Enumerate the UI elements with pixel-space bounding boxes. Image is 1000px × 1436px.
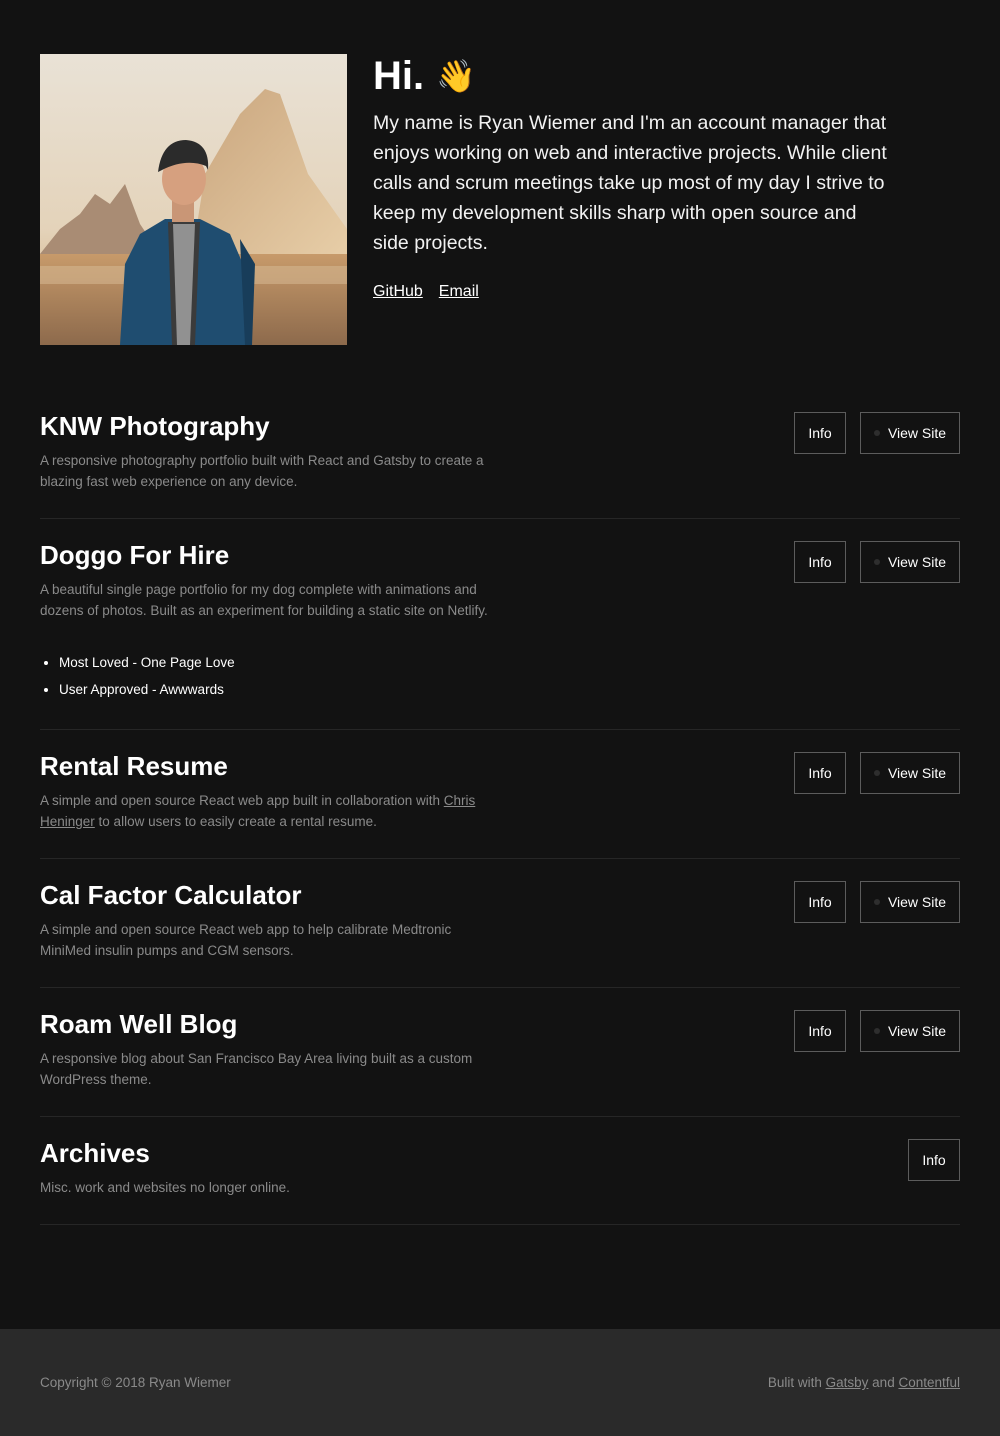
dot-icon — [873, 770, 880, 776]
project-title: Archives — [40, 1138, 150, 1168]
dot-icon — [873, 559, 880, 565]
project-description: A responsive blog about San Francisco Ba… — [40, 1051, 473, 1087]
waving-hand-icon: 👋 — [436, 58, 476, 94]
site-footer: Copyright © 2018 Ryan Wiemer Bulit with … — [0, 1329, 1000, 1436]
award-item: Most Loved - One Page Love — [59, 649, 960, 676]
info-button[interactable]: Info — [794, 541, 846, 583]
view-site-label: View Site — [887, 1023, 947, 1039]
hero-section: Hi. 👋 My name is Ryan Wiemer and I'm an … — [40, 54, 960, 345]
contentful-link[interactable]: Contentful — [898, 1375, 960, 1390]
github-link[interactable]: GitHub — [373, 283, 423, 301]
info-button[interactable]: Info — [794, 412, 846, 454]
project-item: Doggo For Hire A beautiful single page p… — [40, 519, 960, 730]
view-site-button[interactable]: View Site — [860, 1010, 960, 1052]
copyright-text: Copyright © 2018 Ryan Wiemer — [40, 1375, 231, 1390]
view-site-label: View Site — [887, 765, 947, 781]
dot-icon — [873, 899, 880, 905]
bio-text: My name is Ryan Wiemer and I'm an accoun… — [373, 112, 887, 254]
view-site-button[interactable]: View Site — [860, 752, 960, 794]
view-site-button[interactable]: View Site — [860, 541, 960, 583]
profile-photo-illustration — [40, 54, 347, 345]
view-site-label: View Site — [887, 425, 947, 441]
project-description: Misc. work and websites no longer online… — [40, 1180, 290, 1195]
project-actions: Info View Site — [794, 752, 960, 794]
project-item: Roam Well Blog A responsive blog about S… — [40, 988, 960, 1117]
project-item: Rental Resume A simple and open source R… — [40, 730, 960, 859]
view-site-label: View Site — [887, 894, 947, 910]
view-site-button[interactable]: View Site — [860, 881, 960, 923]
project-actions: Info View Site — [794, 1010, 960, 1052]
project-description: A beautiful single page portfolio for my… — [40, 582, 488, 618]
info-button[interactable]: Info — [794, 1010, 846, 1052]
description-text: A simple and open source React web app b… — [40, 793, 444, 808]
award-item: User Approved - Awwwards — [59, 676, 960, 703]
greeting-heading: Hi. 👋 — [373, 54, 893, 98]
intro-block: Hi. 👋 My name is Ryan Wiemer and I'm an … — [373, 54, 893, 301]
info-button[interactable]: Info — [908, 1139, 960, 1181]
view-site-label: View Site — [887, 554, 947, 570]
info-button[interactable]: Info — [794, 881, 846, 923]
built-and: and — [868, 1375, 899, 1390]
greeting-text: Hi. — [373, 54, 425, 98]
dot-icon — [873, 1028, 880, 1034]
built-with-text: Bulit with Gatsby and Contentful — [768, 1375, 960, 1390]
description-text: to allow users to easily create a rental… — [94, 814, 377, 829]
project-actions: Info View Site — [794, 412, 960, 454]
project-item: KNW Photography A responsive photography… — [40, 390, 960, 519]
dot-icon — [873, 430, 880, 436]
project-description: A responsive photography portfolio built… — [40, 453, 484, 489]
email-link[interactable]: Email — [439, 283, 479, 301]
project-actions: Info — [908, 1139, 960, 1181]
project-actions: Info View Site — [794, 541, 960, 583]
project-item: Cal Factor Calculator A simple and open … — [40, 859, 960, 988]
profile-photo — [40, 54, 347, 345]
view-site-button[interactable]: View Site — [860, 412, 960, 454]
award-list: Most Loved - One Page Love User Approved… — [40, 649, 960, 703]
built-prefix: Bulit with — [767, 1375, 826, 1390]
project-description: A simple and open source React web app b… — [40, 790, 505, 832]
project-list: KNW Photography A responsive photography… — [40, 390, 960, 1225]
project-description: A simple and open source React web app t… — [40, 922, 452, 958]
project-actions: Info View Site — [794, 881, 960, 923]
project-item: Archives Misc. work and websites no long… — [40, 1117, 960, 1225]
contact-links: GitHub Email — [373, 283, 893, 301]
info-button[interactable]: Info — [794, 752, 846, 794]
gatsby-link[interactable]: Gatsby — [826, 1375, 869, 1390]
